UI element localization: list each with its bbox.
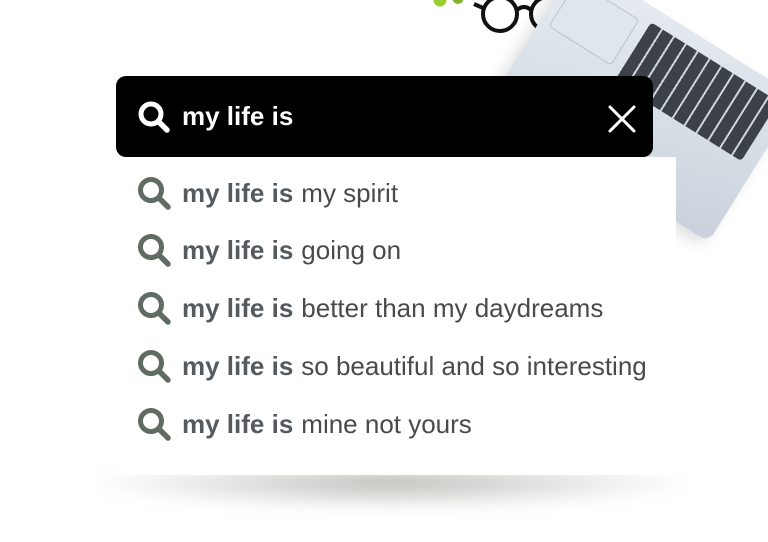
- suggestion-prefix: my life is: [182, 350, 294, 381]
- suggestion-prefix: my life is: [182, 234, 294, 265]
- suggestion-item[interactable]: my life is so beautiful and so interesti…: [136, 346, 647, 386]
- suggestion-completion: better than my daydreams: [301, 292, 604, 323]
- search-icon: [138, 350, 171, 383]
- search-icon: [138, 292, 171, 325]
- suggestion-prefix: my life is: [182, 292, 294, 323]
- suggestion-prefix: my life is: [182, 408, 294, 439]
- suggestion-completion: my spirit: [301, 177, 399, 208]
- search-input[interactable]: [182, 94, 582, 138]
- suggestion-item[interactable]: my life is going on: [136, 230, 401, 270]
- search-icon: [138, 101, 170, 133]
- search-icon: [138, 234, 171, 267]
- close-icon: [608, 105, 636, 133]
- suggestion-completion: so beautiful and so interesting: [301, 350, 647, 381]
- suggestion-completion: mine not yours: [301, 408, 472, 439]
- panel-shadow: [100, 470, 680, 510]
- search-bar[interactable]: [116, 76, 653, 157]
- suggestion-item[interactable]: my life is my spirit: [136, 173, 398, 213]
- suggestion-prefix: my life is: [182, 177, 294, 208]
- search-icon: [138, 177, 171, 210]
- suggestion-item[interactable]: my life is mine not yours: [136, 404, 472, 444]
- clear-search-button[interactable]: [604, 101, 640, 137]
- suggestion-completion: going on: [301, 234, 402, 265]
- plant-leaves: [428, 0, 468, 8]
- suggestions-panel: my life is my spirit my life is going on…: [116, 157, 676, 475]
- search-icon: [138, 408, 171, 441]
- suggestion-item[interactable]: my life is better than my daydreams: [136, 288, 603, 328]
- laptop-trackpad: [548, 0, 640, 66]
